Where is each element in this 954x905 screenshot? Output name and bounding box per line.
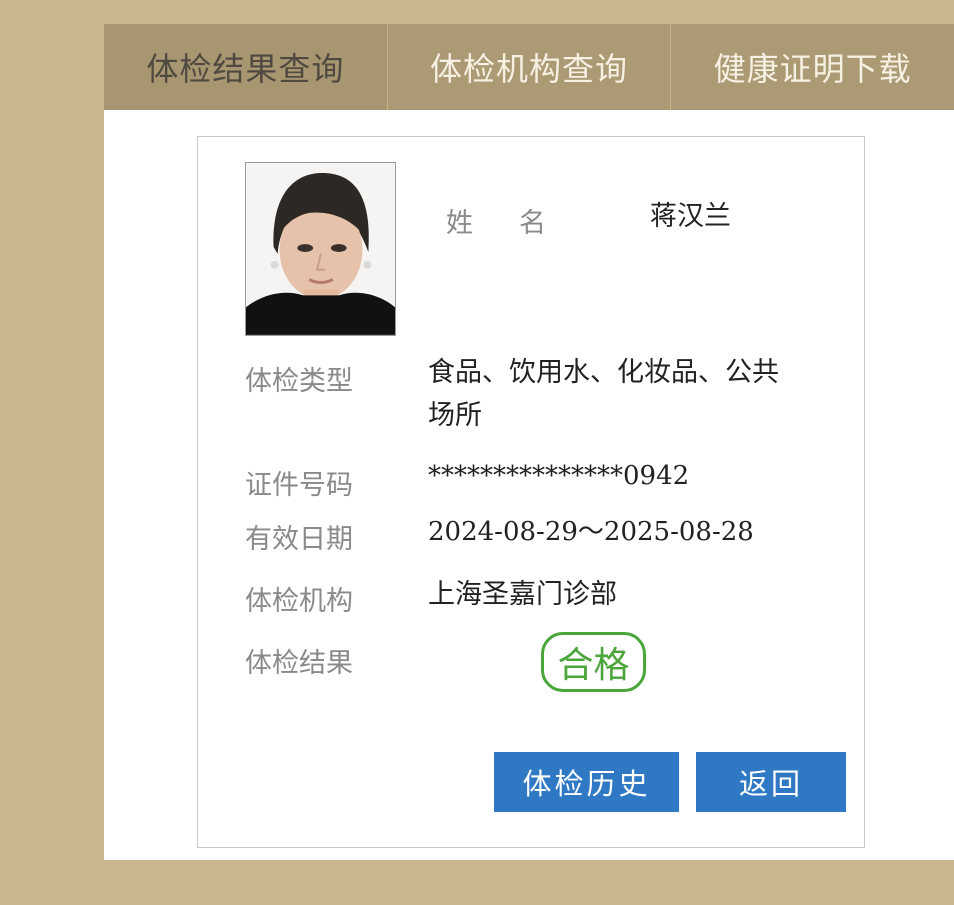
institution-label: 体检机构 xyxy=(245,586,353,617)
validity-value: 2024-08-29～2025-08-28 xyxy=(428,517,754,547)
institution-value: 上海圣嘉门诊部 xyxy=(428,579,617,610)
validity-label: 有效日期 xyxy=(245,524,353,555)
main-panel: 体检结果查询 体检机构查询 健康证明下载 姓名 蒋汉兰 体检类型 食品、饮用水、… xyxy=(104,24,954,860)
name-label: 姓名 xyxy=(446,208,592,239)
id-number-value: ***************0942 xyxy=(428,461,690,491)
tab-bar: 体检结果查询 体检机构查询 健康证明下载 xyxy=(104,24,954,110)
name-value: 蒋汉兰 xyxy=(650,201,731,232)
exam-type-value: 食品、饮用水、化妆品、公共场所 xyxy=(428,357,779,431)
id-photo xyxy=(245,162,396,336)
pass-stamp: 合格 xyxy=(541,632,646,692)
tab-health-certificate-download[interactable]: 健康证明下载 xyxy=(671,24,954,110)
result-label: 体检结果 xyxy=(245,648,353,679)
exam-type-label: 体检类型 xyxy=(245,366,353,397)
back-button[interactable]: 返回 xyxy=(696,752,846,812)
result-card: 姓名 蒋汉兰 体检类型 食品、饮用水、化妆品、公共场所 证件号码 *******… xyxy=(197,136,865,848)
id-number-label: 证件号码 xyxy=(245,470,353,501)
portrait-image xyxy=(246,163,395,335)
exam-history-button[interactable]: 体检历史 xyxy=(494,752,679,812)
tab-exam-result-query[interactable]: 体检结果查询 xyxy=(104,24,388,110)
tab-institution-query[interactable]: 体检机构查询 xyxy=(388,24,672,110)
